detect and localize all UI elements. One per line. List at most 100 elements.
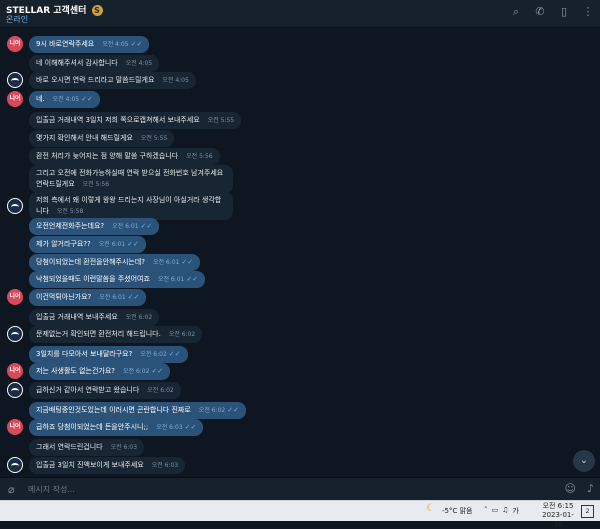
message-text: 9시 바로연락주세요 bbox=[36, 40, 95, 48]
read-check-icon: ✓✓ bbox=[81, 95, 93, 103]
message-input[interactable]: 메시지 작성... bbox=[28, 484, 75, 495]
message-bubble[interactable]: 네. 오전 4:05 ✓✓ bbox=[29, 91, 100, 108]
message-text: 오전언제전화주는데요? bbox=[36, 222, 105, 230]
microphone-icon[interactable]: ♪ bbox=[587, 482, 594, 495]
message-text: 3일치를 다모아서 보내달라구요? bbox=[36, 350, 133, 358]
channel-logo: S bbox=[91, 5, 103, 16]
message-time: 오전 4:05 bbox=[125, 60, 153, 67]
message-bubble[interactable]: 지금배팅중인것도있는데 이러시면 곤란합니다 진짜로 오전 6:02 ✓✓ bbox=[29, 402, 246, 419]
message-time: 오전 6:01 bbox=[152, 259, 180, 266]
read-check-icon: ✓✓ bbox=[151, 367, 164, 375]
avatar[interactable]: 니어 bbox=[7, 289, 23, 305]
chat-status: 온라인 bbox=[6, 15, 29, 24]
message-text: 그리고 오전에 전화가능하실때 연락 받으실 전화번호 남겨주세요 연락드릴게요 bbox=[36, 169, 224, 188]
avatar[interactable]: 니어 bbox=[7, 419, 23, 435]
message-bubble[interactable]: 입출금 거래내역 보내주세요 오전 6:02 bbox=[29, 309, 160, 326]
network-icon[interactable]: ▭ bbox=[492, 506, 499, 516]
message-time: 오전 6:01 bbox=[99, 294, 126, 301]
message-time: 오전 6:01 bbox=[157, 276, 185, 283]
weather-condition: 맑음 bbox=[459, 507, 473, 515]
message-text: 낙첨되었을때도 이런말씀을 주셨어여죠 bbox=[36, 275, 150, 283]
read-check-icon: ✓✓ bbox=[140, 222, 153, 230]
more-menu-icon[interactable]: ⋮ bbox=[582, 6, 594, 18]
read-check-icon: ✓✓ bbox=[127, 293, 140, 301]
message-time: 오전 6:02 bbox=[125, 314, 153, 321]
message-bubble[interactable]: 문제없는거 확인되면 환전처리 해드립니다. 오전 6:02 bbox=[29, 326, 203, 343]
message-time: 오전 6:01 bbox=[112, 223, 139, 230]
message-text: 제가 알거라구요?? bbox=[36, 240, 91, 248]
search-icon[interactable]: ⌕ bbox=[510, 6, 522, 18]
message-bubble[interactable]: 저희 측에서 왜 이렇게 왕왕 드리는지 사장님이 아실거라 생각합니다 오전 5… bbox=[29, 192, 233, 220]
message-time: 오전 5:56 bbox=[82, 181, 110, 188]
message-bubble[interactable]: 바로 오시면 연락 드리라고 말씀드릴게요 오전 4:05 bbox=[29, 72, 196, 89]
message-text: 네 이해해주셔서 감사합니다 bbox=[36, 59, 118, 67]
message-text: 입출금 거래내역 보내주세요 bbox=[36, 313, 118, 321]
avatar[interactable]: 니어 bbox=[7, 363, 23, 379]
message-list[interactable]: 니어 9시 바로연락주세요 오전 4:05 ✓✓ 네 이해해주셔서 감사합니다 오전 … bbox=[0, 28, 600, 476]
message-bubble[interactable]: 입출금 3일치 진액보이게 보내주세요 오전 6:03 bbox=[29, 457, 186, 474]
message-time: 오전 6:02 bbox=[123, 368, 150, 375]
clock-date: 2023-01-30 bbox=[542, 511, 574, 528]
taskbar-clock[interactable]: 오전 6:15 2023-01-30 bbox=[540, 502, 576, 529]
message-text: 저는 사생활도 없는건가요? bbox=[36, 367, 116, 375]
notification-center-icon[interactable]: 2 bbox=[581, 505, 594, 518]
message-bubble[interactable]: 3일치를 다모아서 보내달라구요? 오전 6:02 ✓✓ bbox=[29, 346, 188, 363]
message-bubble[interactable]: 제가 알거라구요?? 오전 6:01 ✓✓ bbox=[29, 236, 146, 253]
message-bubble[interactable]: 그리고 오전에 전화가능하실때 연락 받으실 전화번호 남겨주세요 연락드릴게요… bbox=[29, 165, 233, 193]
message-bubble[interactable]: 급하신거 같아서 연락받고 왔습니다 오전 6:02 bbox=[29, 382, 181, 399]
message-bubble[interactable]: 저는 사생활도 없는건가요? 오전 6:02 ✓✓ bbox=[29, 363, 171, 380]
read-check-icon: ✓✓ bbox=[130, 40, 143, 48]
message-time: 오전 6:03 bbox=[156, 424, 183, 431]
message-time: 오전 4:05 bbox=[52, 96, 80, 103]
ime-indicator[interactable]: 가 bbox=[512, 506, 518, 516]
message-time: 오전 6:02 bbox=[198, 407, 226, 414]
chat-header: STELLAR 고객센터 S 온라인 ⌕ ✆ ▯ ⋮ bbox=[0, 0, 600, 28]
message-text: 지금배팅중인것도있는데 이러시면 곤란합니다 진짜로 bbox=[36, 406, 191, 414]
message-time: 오전 4:05 bbox=[102, 41, 129, 48]
read-check-icon: ✓✓ bbox=[181, 258, 194, 266]
chevron-up-icon[interactable]: ˄ bbox=[484, 506, 488, 516]
message-bubble[interactable]: 당첨이되었는데 환전을안해주시는데? 오전 6:01 ✓✓ bbox=[29, 254, 201, 271]
avatar[interactable]: 니어 bbox=[7, 36, 23, 52]
message-text: 환전 처리가 늦어지는 점 양해 말씀 구하겠습니다 bbox=[36, 152, 179, 160]
avatar[interactable] bbox=[7, 72, 23, 88]
message-text: 몇가지 확인해서 안내 해드릴게요 bbox=[36, 134, 133, 142]
message-bubble[interactable]: 낙첨되었을때도 이런말씀을 주셨어여죠 오전 6:01 ✓✓ bbox=[29, 271, 206, 288]
message-text: 바로 오시면 연락 드리라고 말씀드릴게요 bbox=[36, 76, 155, 84]
message-bubble[interactable]: 9시 바로연락주세요 오전 4:05 ✓✓ bbox=[29, 36, 150, 53]
message-bubble[interactable]: 이건먹튀아닌가요? 오전 6:01 ✓✓ bbox=[29, 289, 147, 306]
clock-time: 오전 6:15 bbox=[542, 502, 574, 510]
message-text: 당첨이되었는데 환전을안해주시는데? bbox=[36, 258, 145, 266]
message-bubble[interactable]: 몇가지 확인해서 안내 해드릴게요 오전 5:55 bbox=[29, 130, 175, 147]
read-check-icon: ✓✓ bbox=[168, 350, 181, 358]
volume-icon[interactable]: ♫ bbox=[502, 506, 508, 516]
attach-icon[interactable]: ⌀ bbox=[8, 483, 15, 496]
avatar[interactable]: 니어 bbox=[7, 91, 23, 107]
message-text: 입출금 거래내역 3일치 저희 쪽으로캡쳐해서 보내주세요 bbox=[36, 116, 200, 124]
message-text: 네. bbox=[36, 95, 45, 103]
message-text: 문제없는거 확인되면 환전처리 해드립니다. bbox=[36, 330, 161, 338]
message-text: 급하죠 당첨이되었는데 돈을안주시니;; bbox=[36, 423, 149, 431]
message-text: 입출금 3일치 진액보이게 보내주세요 bbox=[36, 461, 144, 469]
avatar[interactable] bbox=[7, 326, 23, 342]
temperature: -5°C bbox=[442, 507, 458, 515]
message-bubble[interactable]: 오전언제전화주는데요? 오전 6:01 ✓✓ bbox=[29, 218, 160, 235]
message-bubble[interactable]: 그래서 연락드린겁니다 오전 6:03 bbox=[29, 439, 145, 456]
message-bubble[interactable]: 입출금 거래내역 3일치 저희 쪽으로캡쳐해서 보내주세요 오전 5:55 bbox=[29, 112, 242, 129]
phone-icon[interactable]: ✆ bbox=[534, 6, 546, 18]
message-text: 그래서 연락드린겁니다 bbox=[36, 443, 103, 451]
chevron-down-icon: ⌄ bbox=[579, 455, 589, 466]
message-time: 오전 6:01 bbox=[98, 241, 126, 248]
emoji-icon[interactable]: ☺ bbox=[565, 482, 576, 495]
avatar[interactable] bbox=[7, 198, 23, 214]
message-bubble[interactable]: 네 이해해주셔서 감사합니다 오전 4:05 bbox=[29, 55, 160, 72]
avatar[interactable] bbox=[7, 457, 23, 473]
message-bubble[interactable]: 급하죠 당첨이되었는데 돈을안주시니;; 오전 6:03 ✓✓ bbox=[29, 419, 204, 436]
avatar[interactable] bbox=[7, 382, 23, 398]
message-bubble[interactable]: 환전 처리가 늦어지는 점 양해 말씀 구하겠습니다 오전 5:56 bbox=[29, 148, 220, 165]
scroll-to-bottom-button[interactable]: ⌄ bbox=[573, 450, 595, 472]
read-check-icon: ✓✓ bbox=[184, 423, 197, 431]
sidebar-toggle-icon[interactable]: ▯ bbox=[558, 6, 570, 18]
message-time: 오전 6:02 bbox=[147, 387, 174, 394]
message-time: 오전 6:02 bbox=[168, 331, 196, 338]
